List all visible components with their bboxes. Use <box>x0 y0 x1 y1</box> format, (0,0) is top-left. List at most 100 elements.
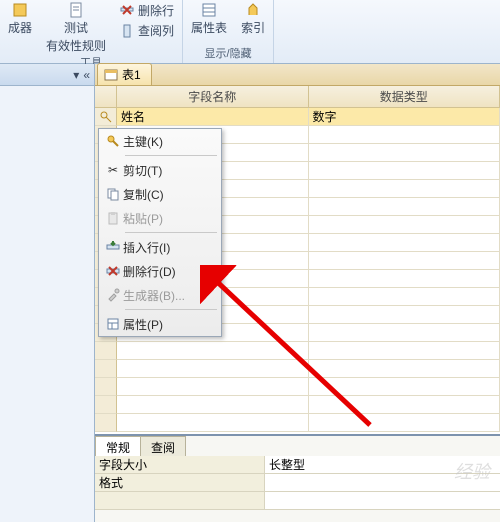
cell-datatype[interactable] <box>309 234 500 252</box>
cell-fieldname[interactable] <box>117 414 309 432</box>
cell-datatype[interactable] <box>309 180 500 198</box>
property-sheet-button[interactable]: 属性表 <box>191 2 227 36</box>
delete-row-icon <box>120 4 134 18</box>
menu-insert-row[interactable]: 插入行(I) <box>99 235 221 259</box>
key-icon <box>100 111 112 123</box>
cell-fieldname[interactable] <box>117 396 309 414</box>
property-row[interactable] <box>95 492 500 510</box>
menu-properties[interactable]: 属性(P) <box>99 312 221 336</box>
builder-button[interactable]: 成器 <box>8 2 32 36</box>
property-value[interactable] <box>265 492 500 509</box>
menu-label: 删除行(D) <box>123 263 176 280</box>
menu-copy[interactable]: 复制(C) <box>99 182 221 206</box>
cell-datatype[interactable] <box>309 198 500 216</box>
cell-datatype[interactable] <box>309 270 500 288</box>
table-row[interactable]: 姓名 数字 <box>95 108 500 126</box>
cell-fieldname[interactable] <box>117 342 309 360</box>
cell-datatype[interactable] <box>309 288 500 306</box>
property-label: 字段大小 <box>95 456 265 473</box>
paste-icon <box>103 211 123 225</box>
context-menu: 主键(K) ✂ 剪切(T) 复制(C) 粘贴(P) 插入行(I) 删除行(D) … <box>98 128 222 337</box>
menu-paste: 粘贴(P) <box>99 206 221 230</box>
cell-datatype[interactable] <box>309 396 500 414</box>
group-showhide-label: 显示/隐藏 <box>205 45 252 63</box>
menu-label: 属性(P) <box>123 316 163 333</box>
menu-label: 粘贴(P) <box>123 210 163 227</box>
column-header-datatype[interactable]: 数据类型 <box>309 86 500 107</box>
lookup-column-button[interactable]: 查阅列 <box>120 22 174 39</box>
ribbon: 成器 测试 有效性规则 删除行 查阅列 工具 <box>0 0 500 64</box>
cell-datatype[interactable] <box>309 414 500 432</box>
column-header-row: 字段名称 数据类型 <box>95 86 500 108</box>
indexes-button[interactable]: 索引 <box>241 2 265 36</box>
cell-datatype[interactable] <box>309 162 500 180</box>
navigation-pane-header[interactable]: ▾ « <box>0 64 94 86</box>
ribbon-group-tools: 成器 测试 有效性规则 删除行 查阅列 工具 <box>0 0 183 63</box>
cell-fieldname[interactable]: 姓名 <box>117 108 309 126</box>
menu-delete-row[interactable]: 删除行(D) <box>99 259 221 283</box>
cell-datatype[interactable] <box>309 306 500 324</box>
menu-label: 复制(C) <box>123 186 164 203</box>
menu-label: 剪切(T) <box>123 162 162 179</box>
validation-label: 有效性规则 <box>46 37 106 54</box>
delete-row-label: 删除行 <box>138 2 174 19</box>
menu-label: 主键(K) <box>123 133 163 150</box>
insert-row-icon <box>103 240 123 254</box>
watermark: 经验 <box>454 458 490 484</box>
property-sheet-label: 属性表 <box>191 19 227 36</box>
cell-fieldname[interactable] <box>117 378 309 396</box>
collapse-icon[interactable]: « <box>83 68 90 82</box>
menu-label: 插入行(I) <box>123 239 170 256</box>
table-row[interactable] <box>95 378 500 396</box>
menu-cut[interactable]: ✂ 剪切(T) <box>99 158 221 182</box>
chevron-down-icon: ▾ <box>73 68 79 82</box>
menu-builder: 生成器(B)... <box>99 283 221 307</box>
table-row[interactable] <box>95 342 500 360</box>
property-row[interactable]: 格式 <box>95 474 500 492</box>
properties-tab-lookup[interactable]: 查阅 <box>140 436 186 456</box>
select-all-corner[interactable] <box>95 86 117 107</box>
menu-label: 生成器(B)... <box>123 287 185 304</box>
row-selector[interactable] <box>95 342 117 360</box>
properties-tab-general[interactable]: 常规 <box>95 436 141 456</box>
indexes-label: 索引 <box>241 19 265 36</box>
delete-row-icon <box>103 264 123 278</box>
property-row[interactable]: 字段大小 长整型 <box>95 456 500 474</box>
property-label <box>95 492 265 509</box>
navigation-pane[interactable]: ▾ « <box>0 64 95 522</box>
cell-datatype[interactable] <box>309 360 500 378</box>
cell-datatype[interactable] <box>309 324 500 342</box>
key-icon <box>103 134 123 148</box>
scissors-icon: ✂ <box>103 163 123 177</box>
tab-table1[interactable]: 表1 <box>97 63 152 85</box>
lookup-label: 查阅列 <box>138 22 174 39</box>
field-properties-pane: 常规 查阅 字段大小 长整型 格式 <box>95 434 500 522</box>
cell-datatype[interactable] <box>309 126 500 144</box>
table-row[interactable] <box>95 414 500 432</box>
tab-label: 表1 <box>122 66 141 83</box>
menu-primary-key[interactable]: 主键(K) <box>99 129 221 153</box>
lookup-icon <box>120 24 134 38</box>
row-selector[interactable] <box>95 396 117 414</box>
row-selector[interactable] <box>95 360 117 378</box>
builder-label: 成器 <box>8 19 32 36</box>
cell-datatype[interactable] <box>309 216 500 234</box>
row-selector[interactable] <box>95 414 117 432</box>
ribbon-group-showhide: 属性表 索引 显示/隐藏 <box>183 0 274 63</box>
test-label: 测试 <box>64 19 88 36</box>
cell-datatype[interactable]: 数字 <box>309 108 500 126</box>
properties-icon <box>103 317 123 331</box>
cell-datatype[interactable] <box>309 144 500 162</box>
cell-datatype[interactable] <box>309 252 500 270</box>
cell-fieldname[interactable] <box>117 360 309 378</box>
delete-row-button[interactable]: 删除行 <box>120 2 174 19</box>
row-selector[interactable] <box>95 378 117 396</box>
table-row[interactable] <box>95 360 500 378</box>
cell-datatype[interactable] <box>309 378 500 396</box>
cell-datatype[interactable] <box>309 342 500 360</box>
column-header-fieldname[interactable]: 字段名称 <box>117 86 309 107</box>
test-button[interactable]: 测试 有效性规则 <box>46 2 106 54</box>
row-selector[interactable] <box>95 108 117 126</box>
tab-bar: 表1 <box>95 64 500 86</box>
table-row[interactable] <box>95 396 500 414</box>
